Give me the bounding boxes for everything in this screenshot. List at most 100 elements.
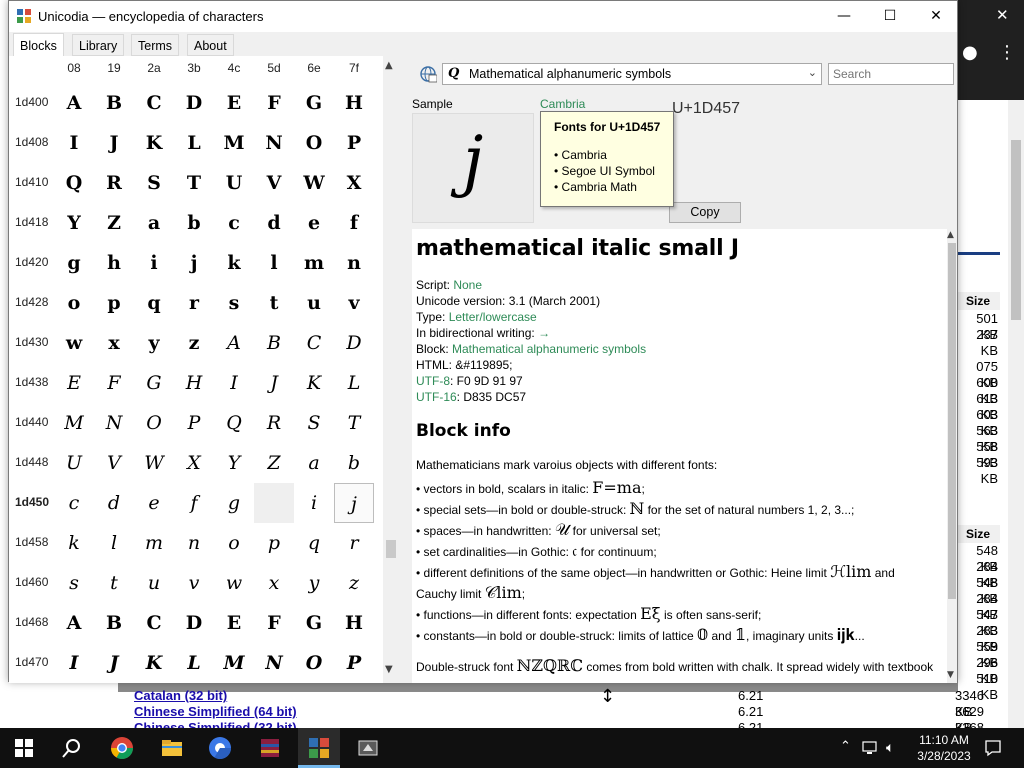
grid-cell[interactable]: g (214, 483, 254, 523)
grid-cell[interactable]: F (94, 363, 134, 403)
grid-cell[interactable]: L (334, 363, 374, 403)
grid-cell[interactable]: p (254, 523, 294, 563)
grid-cell[interactable]: b (174, 203, 214, 243)
grid-cell[interactable]: s (54, 563, 94, 603)
grid-cell[interactable]: C (134, 83, 174, 123)
winrar-icon[interactable] (258, 736, 282, 760)
file-explorer-icon[interactable] (160, 736, 184, 760)
scroll-up-icon[interactable]: ▲ (947, 230, 954, 240)
grid-cell[interactable]: A (214, 323, 254, 363)
background-scrollbar-vertical[interactable] (1008, 100, 1024, 728)
grid-cell[interactable]: S (294, 403, 334, 443)
chrome-icon[interactable] (110, 736, 134, 760)
scroll-thumb[interactable] (1011, 140, 1021, 320)
grid-cell[interactable]: q (134, 283, 174, 323)
grid-cell[interactable]: n (334, 243, 374, 283)
grid-cell[interactable]: O (134, 403, 174, 443)
tab-about[interactable]: About (187, 34, 234, 56)
grid-cell[interactable]: B (94, 83, 134, 123)
grid-cell[interactable]: N (94, 403, 134, 443)
grid-cell[interactable]: M (214, 643, 254, 683)
grid-cell[interactable]: n (174, 523, 214, 563)
grid-cell[interactable]: L (174, 123, 214, 163)
grid-cell[interactable]: D (334, 323, 374, 363)
grid-cell[interactable]: a (294, 443, 334, 483)
grid-cell[interactable]: w (214, 563, 254, 603)
grid-cell[interactable]: E (54, 363, 94, 403)
grid-cell[interactable]: D (174, 83, 214, 123)
grid-cell[interactable]: V (254, 163, 294, 203)
network-icon[interactable] (862, 740, 880, 756)
grid-cell[interactable]: F (254, 83, 294, 123)
windows-start-icon[interactable] (12, 736, 36, 760)
close-button[interactable]: ✕ (913, 1, 959, 32)
grid-cell[interactable]: j (334, 483, 374, 523)
search-icon[interactable] (60, 736, 84, 760)
chrome-remote-icon[interactable] (208, 736, 232, 760)
grid-cell[interactable]: w (54, 323, 94, 363)
system-clock[interactable]: 11:10 AM 3/28/2023 (908, 732, 980, 764)
type-link[interactable]: Letter/lowercase (449, 310, 537, 324)
grid-cell[interactable]: k (54, 523, 94, 563)
tab-terms[interactable]: Terms (131, 34, 180, 56)
grid-cell[interactable]: e (134, 483, 174, 523)
grid-cell[interactable]: V (94, 443, 134, 483)
grid-cell[interactable]: I (54, 643, 94, 683)
grid-cell[interactable]: U (54, 443, 94, 483)
grid-cell[interactable]: S (134, 163, 174, 203)
grid-cell[interactable]: Y (214, 443, 254, 483)
unicodia-taskbar-icon[interactable] (307, 736, 331, 760)
grid-cell[interactable]: H (334, 83, 374, 123)
tab-blocks[interactable]: Blocks (13, 33, 64, 56)
grid-cell[interactable]: m (294, 243, 334, 283)
grid-cell[interactable]: u (294, 283, 334, 323)
download-link[interactable]: Chinese Simplified (32 bit) (134, 720, 297, 728)
grid-cell[interactable]: e (294, 203, 334, 243)
grid-cell[interactable]: v (334, 283, 374, 323)
grid-cell[interactable]: u (134, 563, 174, 603)
grid-cell[interactable]: r (334, 523, 374, 563)
grid-cell[interactable]: z (334, 563, 374, 603)
grid-cell[interactable]: a (134, 203, 174, 243)
chevron-down-icon[interactable]: ⌄ (808, 66, 817, 79)
size-column-header[interactable]: Size (958, 292, 1000, 310)
utf8-link[interactable]: UTF-8 (416, 374, 450, 388)
search-input[interactable] (828, 63, 954, 85)
grid-cell[interactable]: N (254, 643, 294, 683)
grid-cell[interactable]: t (254, 283, 294, 323)
bidi-link[interactable]: → (538, 326, 550, 340)
grid-cell[interactable]: Y (54, 203, 94, 243)
title-bar[interactable]: Unicodia — encyclopedia of characters — … (9, 1, 957, 32)
grid-cell[interactable]: W (294, 163, 334, 203)
notification-icon[interactable] (984, 739, 1002, 757)
grid-cell[interactable]: P (334, 123, 374, 163)
info-scrollbar[interactable]: ▲ ▼ (947, 229, 957, 683)
close-icon[interactable]: ✕ (996, 6, 1009, 24)
volume-icon[interactable]: 🔈︎ (886, 739, 894, 756)
grid-cell[interactable]: r (174, 283, 214, 323)
grid-cell[interactable]: Z (254, 443, 294, 483)
grid-cell[interactable]: s (214, 283, 254, 323)
grid-cell[interactable]: M (54, 403, 94, 443)
scroll-up-icon[interactable]: ▲ (385, 60, 393, 71)
grid-cell[interactable]: A (54, 603, 94, 643)
grid-cell[interactable]: R (254, 403, 294, 443)
grid-cell[interactable]: B (254, 323, 294, 363)
user-icon[interactable]: ● (962, 42, 978, 63)
grid-cell[interactable]: y (134, 323, 174, 363)
grid-cell[interactable]: T (174, 163, 214, 203)
grid-cell[interactable]: H (174, 363, 214, 403)
grid-cell[interactable]: k (214, 243, 254, 283)
copy-button[interactable]: Copy (669, 202, 741, 223)
maximize-button[interactable]: ☐ (867, 1, 913, 32)
grid-cell[interactable]: f (174, 483, 214, 523)
grid-cell[interactable]: K (134, 643, 174, 683)
utf16-link[interactable]: UTF-16 (416, 390, 457, 404)
grid-cell[interactable]: A (54, 83, 94, 123)
menu-dots-icon[interactable]: ⋮ (998, 42, 1016, 63)
grid-cell[interactable]: l (94, 523, 134, 563)
grid-cell[interactable]: q (294, 523, 334, 563)
minimize-button[interactable]: — (821, 1, 867, 32)
grid-cell[interactable]: F (254, 603, 294, 643)
grid-cell[interactable]: J (254, 363, 294, 403)
